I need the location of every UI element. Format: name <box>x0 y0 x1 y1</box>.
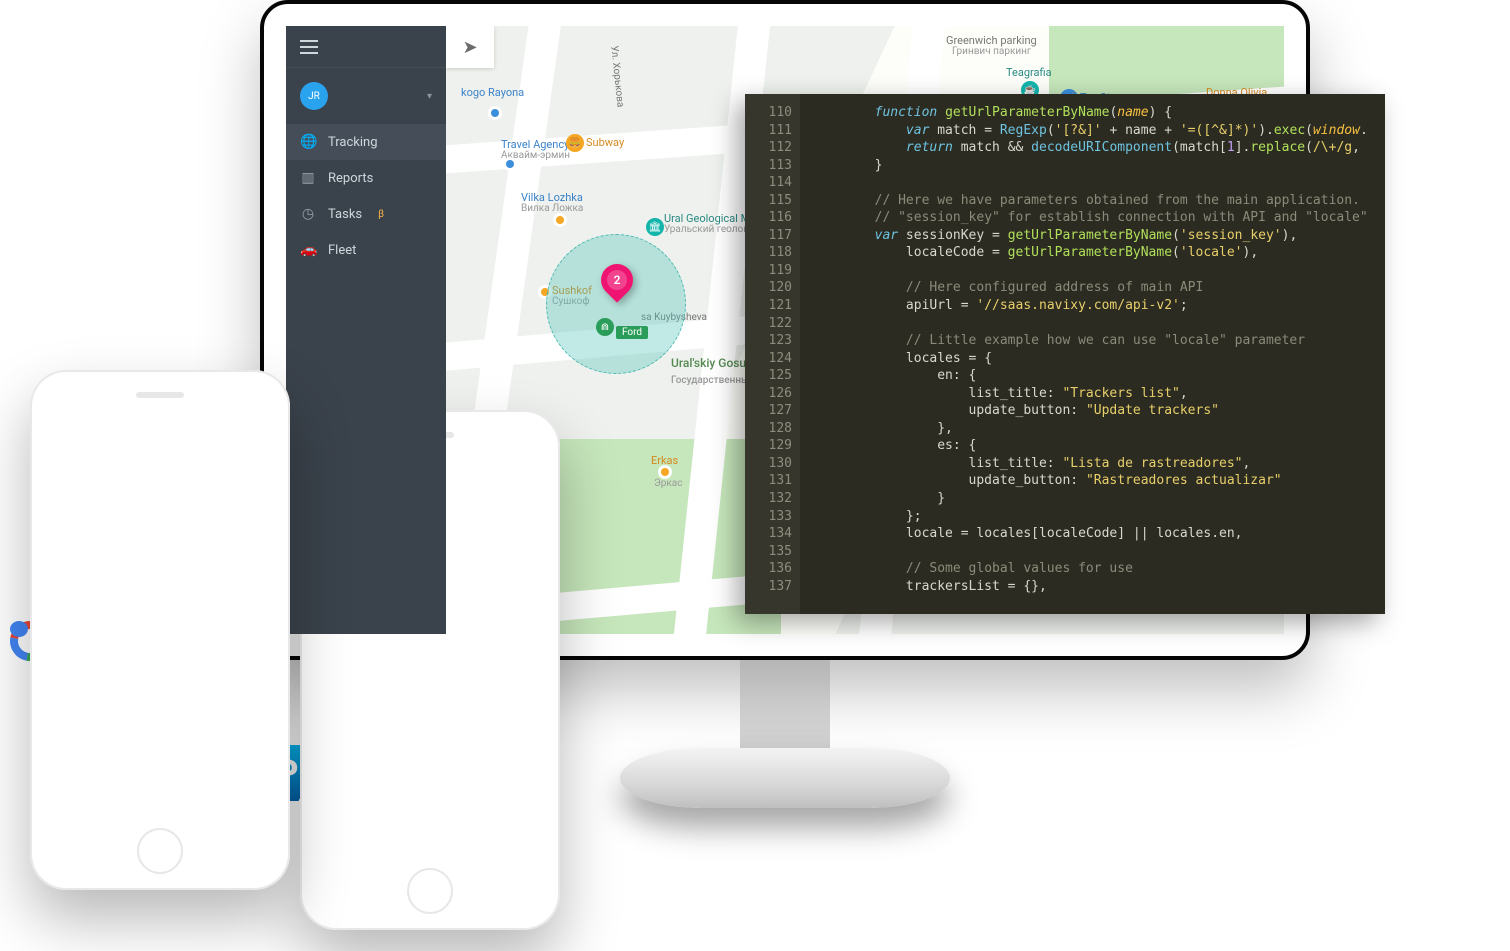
poi-dot <box>506 160 514 168</box>
code-editor[interactable]: 110 111 112 113 114 115 116 117 118 119 … <box>745 94 1385 614</box>
poi-dot <box>661 468 669 476</box>
clock-icon: ◷ <box>300 206 316 222</box>
subway-icon: 🍔 <box>566 134 584 152</box>
sidebar-user[interactable]: JR ▾ <box>286 68 446 124</box>
sidebar-item-tasks[interactable]: ◷ Tasks β <box>286 196 446 232</box>
locate-icon[interactable]: ➤ <box>462 37 477 58</box>
museum-icon: 🏛 <box>646 218 664 236</box>
chevron-down-icon: ▾ <box>427 91 432 102</box>
phone-mockup-left <box>30 370 290 890</box>
globe-icon: 🌐 <box>300 134 316 150</box>
tracker-pin[interactable]: 2 <box>594 257 639 302</box>
sidebar-item-label: Tasks <box>328 207 362 222</box>
tracker-radius <box>546 234 686 374</box>
bar-chart-icon: ▥ <box>300 170 316 186</box>
hamburger-icon[interactable] <box>300 46 318 48</box>
avatar: JR <box>300 82 328 110</box>
phone-screen <box>46 428 274 818</box>
code-body: function getUrlParameterByName(name) { v… <box>800 94 1385 614</box>
sidebar-item-tracking[interactable]: 🌐 Tracking <box>286 124 446 160</box>
sidebar-item-fleet[interactable]: 🚗 Fleet <box>286 232 446 268</box>
sidebar-header <box>286 26 446 68</box>
poi-dot <box>556 216 564 224</box>
map-poi-label: kogo Rayona <box>461 86 524 99</box>
monitor-stand-foot <box>620 748 950 808</box>
sidebar-item-label: Fleet <box>328 243 356 258</box>
map-poi-label: Teagrafia <box>1006 66 1052 79</box>
monitor-stand-neck <box>740 660 830 750</box>
map-poi-sublabel: Гринвич паркинг <box>952 46 1031 57</box>
code-gutter: 110 111 112 113 114 115 116 117 118 119 … <box>745 94 800 614</box>
tracker-label-chip[interactable]: Ford <box>616 326 648 339</box>
car-icon: 🚗 <box>300 242 316 258</box>
map-toolbar: ➤ <box>446 26 494 68</box>
sidebar-item-reports[interactable]: ▥ Reports <box>286 160 446 196</box>
map-poi-label: Greenwich parking <box>946 34 1037 47</box>
beta-badge: β <box>378 209 384 220</box>
sidebar-item-label: Tracking <box>328 135 378 150</box>
sidebar-item-label: Reports <box>328 171 373 186</box>
sidebar: JR ▾ 🌐 Tracking ▥ Reports ◷ Tasks β 🚗 Fl… <box>286 26 446 634</box>
wifi-icon: ⋒ <box>596 318 614 336</box>
street-label: Ул. Хорькова <box>608 45 625 108</box>
poi-dot <box>491 109 499 117</box>
tracker-count: 2 <box>601 264 633 296</box>
